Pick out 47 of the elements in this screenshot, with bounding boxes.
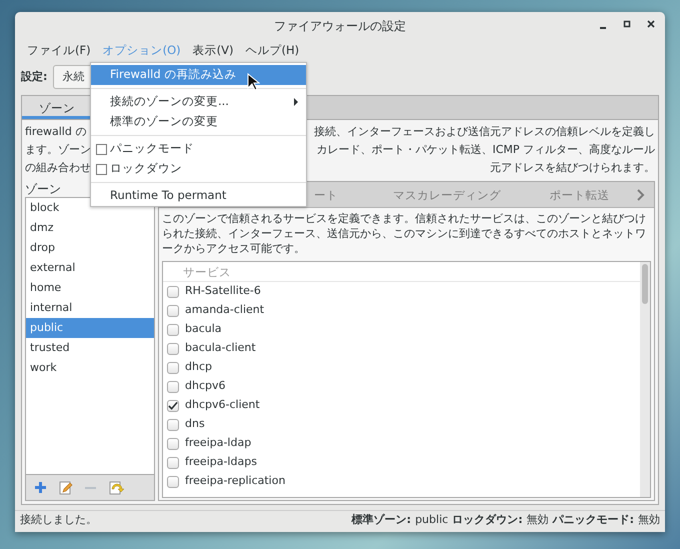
service-name: dhcpv6-client: [185, 397, 260, 414]
status-label: ロックダウン:: [452, 512, 523, 528]
description-text: 元アドレスを結びつけられます。: [490, 160, 655, 176]
service-name: bacula: [185, 321, 222, 338]
status-value: 無効: [526, 512, 549, 528]
description-text: 接続、インターフェースおよび送信元アドレスの信頼レベルを定義し: [314, 124, 655, 140]
menu-item[interactable]: ヘルプ(H): [239, 42, 306, 60]
menu-item[interactable]: ロックダウン: [91, 159, 306, 179]
service-name: dns: [185, 416, 205, 432]
service-name: RH-Satellite-6: [185, 283, 261, 300]
zone-item[interactable]: trusted: [26, 338, 154, 358]
description-text: カレード、ポート・パケット転送、ICMP フィルター、高度なルール: [316, 142, 655, 158]
tab[interactable]: ゾーン: [22, 96, 92, 119]
service-name: dhcpv6: [185, 378, 226, 394]
status-label: 標準ゾーン:: [352, 512, 412, 528]
window-title: ファイアウォールの設定: [274, 18, 406, 35]
zone-item[interactable]: work: [26, 358, 154, 378]
menu-item[interactable]: ファイル(F): [21, 42, 97, 60]
settings-label: 設定:: [21, 68, 48, 85]
zone-item[interactable]: internal: [26, 298, 154, 318]
status-label: パニックモード:: [552, 512, 634, 528]
status-message: 接続しました。: [20, 512, 97, 528]
service-name: bacula-client: [185, 340, 256, 356]
menu-item-label: ロックダウン: [110, 160, 182, 178]
menu-item-label: パニックモード: [110, 140, 194, 158]
description-text: firewalld の: [25, 124, 86, 140]
services-description: このゾーンで信頼されるサービスを定義できます。信頼されたサービスは、このゾーンと結びつけられた接続、インターフェース、送信元から、このマシンに到達できるすべてのホストとネットワークからアクセス可能です。: [161, 211, 647, 257]
menu-item[interactable]: 標準のゾーンの変更: [91, 112, 306, 132]
status-value: 無効: [638, 512, 660, 528]
zone-item[interactable]: home: [26, 278, 154, 298]
zone-item[interactable]: dmz: [26, 218, 154, 238]
service-name: freeipa-ldaps: [185, 454, 257, 470]
description-text: ます。ゾーン: [25, 142, 91, 158]
menu-item[interactable]: Runtime To permant: [91, 186, 306, 206]
menu-item[interactable]: パニックモード: [91, 139, 306, 159]
menu-item[interactable]: 接続のゾーンの変更...: [91, 92, 306, 112]
service-name: dhcp: [185, 359, 212, 376]
menu-item-label: 接続のゾーンの変更...: [110, 93, 229, 110]
zones-label: ゾーン: [25, 181, 61, 197]
description-text: の組み合わせ: [25, 160, 91, 176]
service-name: freeipa-ldap: [185, 435, 252, 452]
status-value: public: [415, 512, 448, 528]
service-name: amanda-client: [185, 302, 264, 318]
zone-item[interactable]: drop: [26, 238, 154, 258]
zone-item[interactable]: external: [26, 258, 154, 278]
service-name: freeipa-replication: [185, 473, 286, 490]
menu-item[interactable]: 表示(V): [186, 42, 240, 60]
